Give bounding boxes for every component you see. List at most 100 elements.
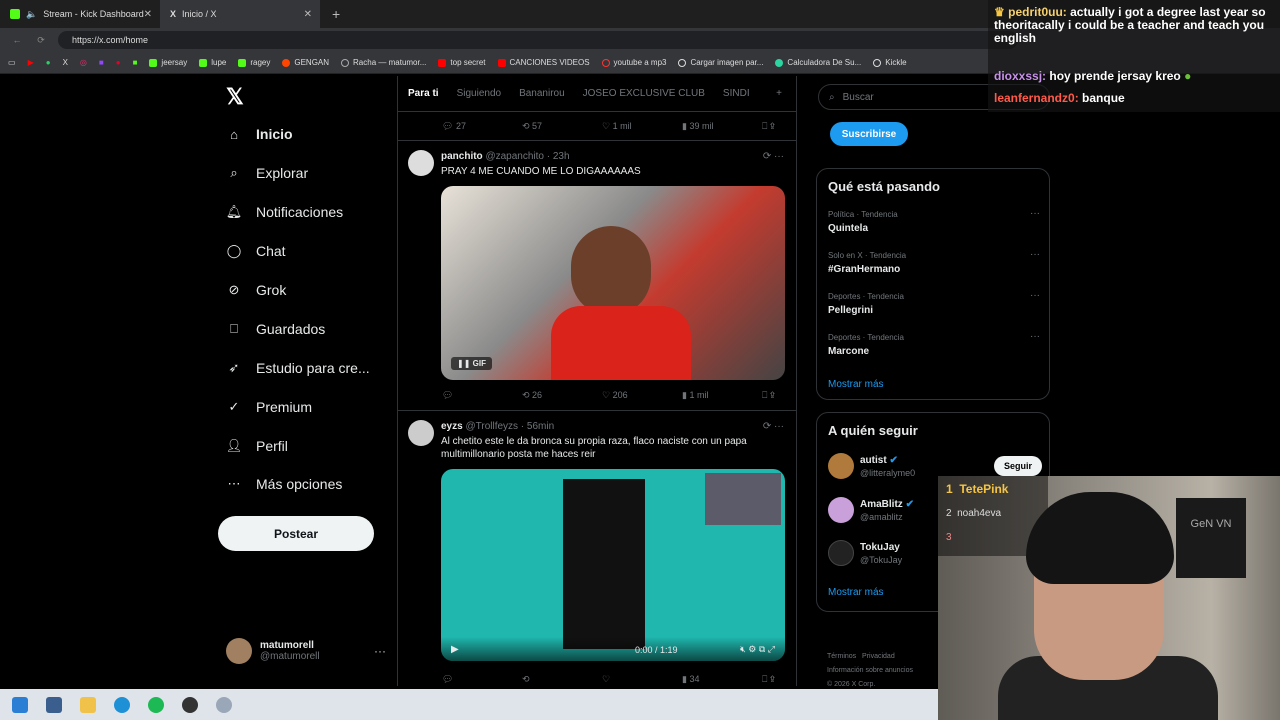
- subscribe-button[interactable]: Suscribirse: [830, 122, 908, 146]
- post-eyzs[interactable]: eyzs @Trollfeyzs · 56min ⟳ ··· Al chetit…: [398, 410, 796, 686]
- more-icon[interactable]: ···: [1030, 249, 1040, 260]
- tab-x-home[interactable]: X Inicio / X ✕: [160, 0, 320, 28]
- tab-sindi[interactable]: SINDI: [723, 88, 750, 99]
- bookmark-youtube-mp3[interactable]: youtube a mp3: [601, 58, 666, 67]
- new-tab-button[interactable]: +: [332, 6, 340, 22]
- gif-badge[interactable]: ❚❚ GIF: [451, 357, 492, 370]
- video-control-icons[interactable]: 🔇︎ ⚙ ⧉ ⤢: [740, 644, 775, 655]
- post-gif[interactable]: ❚❚ GIF: [441, 186, 785, 380]
- bookmark-ragey[interactable]: ragey: [238, 58, 270, 67]
- bookmark-top-secret[interactable]: top secret: [438, 58, 486, 67]
- views-button[interactable]: ▮ 1 mil: [682, 390, 762, 401]
- bookmark-share-icons[interactable]: ⎕ ⇪: [762, 121, 775, 132]
- show-more-follow-link[interactable]: Mostrar más: [828, 587, 884, 598]
- bookmark-jeersay[interactable]: jeersay: [149, 58, 187, 67]
- close-icon[interactable]: ✕: [304, 9, 312, 20]
- repost-button[interactable]: ⟲: [522, 674, 602, 685]
- footer-link[interactable]: Términos: [827, 653, 856, 660]
- like-count: 1 mil: [612, 121, 632, 131]
- windows-start-icon[interactable]: [12, 696, 28, 713]
- pinterest-icon[interactable]: ●: [116, 58, 121, 67]
- spotify-icon[interactable]: [148, 696, 164, 713]
- x-bookmark-icon[interactable]: X: [63, 58, 68, 67]
- nav-item-chat[interactable]: ◯ Chat: [226, 243, 286, 259]
- bookmark-lupe[interactable]: lupe: [199, 58, 226, 67]
- like-button[interactable]: ♡ 206: [602, 390, 682, 401]
- follow-button[interactable]: Seguir: [993, 456, 1042, 476]
- obs-icon[interactable]: [182, 696, 198, 713]
- more-icon[interactable]: ···: [1030, 331, 1040, 342]
- file-explorer-icon[interactable]: [80, 696, 96, 713]
- whatsapp-icon[interactable]: ●: [46, 58, 51, 67]
- back-icon[interactable]: ←: [10, 35, 24, 45]
- tab-bananirou[interactable]: Bananirou: [519, 88, 565, 99]
- reply-button[interactable]: 💬︎ 27: [442, 121, 522, 132]
- nav-item-perfil[interactable]: 👤︎ Perfil: [226, 438, 288, 454]
- tab-kick-dashboard[interactable]: 🔈 Stream - Kick Dashboard ✕: [0, 0, 160, 28]
- post-author[interactable]: panchito @zapanchito · 23h: [441, 151, 570, 162]
- add-tab-icon[interactable]: +: [776, 88, 782, 99]
- more-icon[interactable]: ⟳ ···: [763, 421, 784, 432]
- post-button[interactable]: Postear: [218, 516, 374, 551]
- trend-item[interactable]: Deportes · Tendencia Pellegrini ···: [828, 290, 1042, 316]
- post-video[interactable]: ▶ 0:00 / 1:19 🔇︎ ⚙ ⧉ ⤢: [441, 469, 785, 661]
- post-panchito[interactable]: panchito @zapanchito · 23h ⟳ ··· PRAY 4 …: [398, 140, 796, 410]
- nav-item-estudio[interactable]: ➶ Estudio para cre...: [226, 360, 370, 376]
- reply-button[interactable]: 💬︎: [442, 674, 522, 685]
- tab-siguiendo[interactable]: Siguiendo: [457, 88, 501, 99]
- repost-button[interactable]: ⟲ 26: [522, 390, 602, 401]
- like-button[interactable]: ♡ 1 mil: [602, 121, 682, 132]
- views-button[interactable]: ▮ 39 mil: [682, 121, 762, 132]
- tab-para-ti[interactable]: Para ti: [408, 88, 439, 99]
- avatar[interactable]: [408, 420, 434, 446]
- trend-item[interactable]: Política · Tendencia Quintela ···: [828, 208, 1042, 234]
- post-author[interactable]: eyzs @Trollfeyzs · 56min: [441, 421, 554, 432]
- nav-item-inicio[interactable]: ⌂ Inicio: [226, 126, 293, 142]
- close-icon[interactable]: ✕: [144, 9, 152, 20]
- instagram-icon[interactable]: ◎: [80, 58, 87, 67]
- footer-link[interactable]: Privacidad: [862, 653, 895, 660]
- bookmark-canciones[interactable]: CANCIONES VIDEOS: [497, 58, 590, 67]
- reload-icon[interactable]: ⟳: [34, 35, 48, 46]
- edge-icon[interactable]: [114, 696, 130, 713]
- nav-item-premium[interactable]: ✓ Premium: [226, 399, 312, 415]
- bookmark-racha[interactable]: Racha — matumor...: [341, 58, 426, 67]
- repost-button[interactable]: ⟲ 57: [522, 121, 602, 132]
- bookmark-kickle[interactable]: Kickle: [873, 58, 907, 67]
- x-icon: X: [170, 9, 177, 19]
- nav-item-mas-opciones[interactable]: ⋯ Más opciones: [226, 476, 343, 492]
- avatar[interactable]: [408, 150, 434, 176]
- gif-figure: [571, 226, 651, 316]
- kick-bookmark-icon[interactable]: ■: [133, 58, 138, 67]
- nav-item-guardados[interactable]: ⎕ Guardados: [226, 321, 325, 337]
- account-switcher[interactable]: matumorell @matumorell ···: [226, 638, 386, 664]
- nav-item-explorar[interactable]: ⌕ Explorar: [226, 165, 308, 181]
- app-icon[interactable]: [216, 696, 232, 713]
- twitch-icon[interactable]: ■: [99, 58, 104, 67]
- bookmark-gengan[interactable]: GENGAN: [282, 58, 329, 67]
- bookmark-cargar-imagen[interactable]: Cargar imagen par...: [678, 58, 763, 67]
- tab-joseo[interactable]: JOSEO EXCLUSIVE CLUB: [583, 88, 705, 99]
- bookmark-calculadora[interactable]: Calculadora De Su...: [775, 58, 861, 67]
- play-icon[interactable]: ▶: [451, 644, 459, 655]
- url-input[interactable]: https://x.com/home: [58, 31, 1018, 49]
- more-icon[interactable]: ⟳ ···: [763, 151, 784, 162]
- bookmark-share-icons[interactable]: ⎕ ⇪: [762, 674, 775, 685]
- reply-button[interactable]: 💬︎: [442, 390, 522, 401]
- more-icon[interactable]: ···: [1030, 290, 1040, 301]
- trend-item[interactable]: Deportes · Tendencia Marcone ···: [828, 331, 1042, 357]
- views-button[interactable]: ▮ 34: [682, 674, 762, 685]
- task-view-icon[interactable]: [46, 696, 62, 713]
- youtube-icon[interactable]: ▶: [28, 58, 34, 67]
- apps-icon[interactable]: ▭: [8, 58, 16, 67]
- nav-item-notificaciones[interactable]: 🔔︎ Notificaciones: [226, 204, 343, 220]
- nav-item-grok[interactable]: ⊘ Grok: [226, 282, 287, 298]
- show-more-trends-link[interactable]: Mostrar más: [828, 379, 884, 390]
- more-icon[interactable]: ···: [1030, 208, 1040, 219]
- x-logo-icon[interactable]: 𝕏: [226, 84, 244, 110]
- bookmark-share-icons[interactable]: ⎕ ⇪: [762, 390, 775, 401]
- footer-link[interactable]: Información sobre anuncios: [827, 667, 913, 674]
- more-icon[interactable]: ···: [374, 644, 386, 658]
- trend-item[interactable]: Solo en X · Tendencia #GranHermano ···: [828, 249, 1042, 275]
- like-button[interactable]: ♡: [602, 674, 682, 685]
